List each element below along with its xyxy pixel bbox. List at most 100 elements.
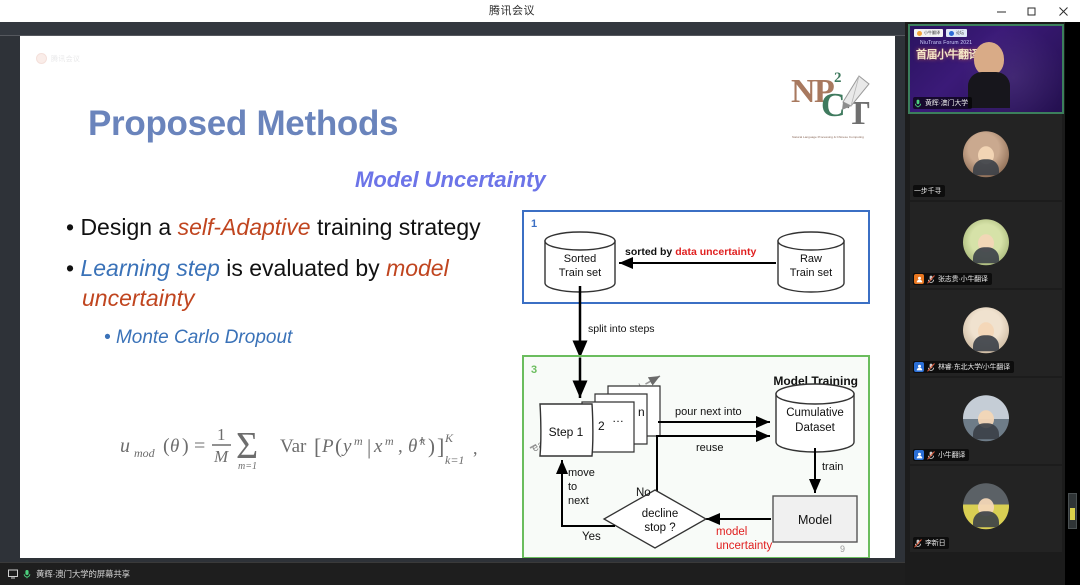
svg-text:2: 2 — [598, 419, 605, 433]
bullet-2-emph-blue: Learning step — [80, 254, 220, 281]
microphone-muted-icon — [927, 450, 935, 460]
svg-text:|: | — [367, 435, 371, 459]
microphone-muted-icon — [927, 274, 935, 284]
sponsor-badge-1: 小牛翻译 — [914, 29, 943, 37]
speaker-face — [974, 42, 1004, 76]
svg-text:Step 1: Step 1 — [549, 425, 584, 439]
participant-namebar: 黄辉·澳门大学 — [913, 97, 972, 109]
status-bar-text: 黄辉·澳门大学的屏幕共享 — [36, 569, 130, 579]
svg-text:k=1: k=1 — [445, 453, 464, 467]
minimize-icon — [996, 11, 1006, 12]
logo-caption-line1: Natural Language Processing & Chinese Co… — [792, 135, 864, 140]
svg-text:Cumulative: Cumulative — [786, 407, 844, 419]
split-into-steps-label: split into steps — [588, 323, 655, 335]
title-bar-left-pad — [0, 0, 38, 22]
participant-namebar: 林睿·东北大学/小牛翻译 — [913, 361, 1014, 373]
svg-text:m=1: m=1 — [238, 461, 257, 470]
participant-tile-6[interactable]: 李新日 — [910, 466, 1062, 552]
model-uncertainty-label-1: model — [716, 526, 747, 538]
sorted-by-label: sorted by data uncertainty — [625, 246, 756, 258]
microphone-icon — [22, 569, 32, 579]
sponsor-dot-icon-2 — [949, 30, 954, 36]
svg-text:): ) — [182, 435, 189, 457]
avatar — [963, 483, 1009, 530]
method-diagram-svg: 1 Sorted Train set Raw Train set sorted … — [522, 210, 870, 558]
svg-text:Train set: Train set — [790, 267, 832, 279]
svg-text:,: , — [398, 436, 403, 457]
conference-logo: N P 2 C T Natural Language Processing & … — [785, 58, 881, 142]
watermark-dot-icon — [36, 53, 47, 64]
npct-logo-icon: N P 2 C T — [791, 70, 870, 132]
avatar-body — [973, 335, 999, 352]
svg-text:k: k — [420, 434, 426, 448]
formula-icon: u mod ( θ ) = 1 M Σ m=1 Var [ P (y m | … — [120, 425, 478, 472]
svg-text:stop ?: stop ? — [644, 522, 675, 534]
participant-tile-5[interactable]: 小牛翻译 — [910, 378, 1062, 464]
participant-namebar: 李新日 — [913, 537, 950, 549]
svg-text:Train set: Train set — [559, 267, 601, 279]
svg-text:…: … — [612, 411, 624, 425]
slide-page-number: 9 — [840, 544, 845, 554]
svg-text:(: ( — [335, 434, 342, 458]
slide-bullet-list: • Design a self-Adaptive training strate… — [66, 212, 506, 350]
model-box: Model — [772, 495, 858, 543]
participant-namebar: 张志贵·小牛翻译 — [913, 273, 992, 285]
svg-text:N: N — [791, 73, 816, 110]
minimize-button[interactable] — [986, 0, 1016, 22]
svg-text:2: 2 — [834, 70, 842, 86]
raw-train-set-cylinder: Raw Train set — [777, 231, 845, 293]
move-label-2: to — [568, 481, 577, 493]
svg-text:[: [ — [314, 434, 321, 459]
cohost-badge-icon — [914, 362, 924, 372]
sponsor-dot-icon — [917, 30, 922, 36]
svg-text:mod: mod — [134, 446, 156, 460]
move-label-3: next — [568, 495, 589, 507]
participant-video-panel: 小牛翻译 论坛 NiuTrans Forum 2021 首届小牛翻译论坛 黄辉·… — [905, 22, 1065, 585]
avatar — [963, 307, 1009, 354]
svg-text:Model: Model — [798, 513, 832, 527]
screen-share-icon — [8, 569, 18, 579]
svg-text:K: K — [444, 431, 454, 445]
svg-text:): ) — [428, 434, 435, 458]
shared-screen-top-strip — [0, 22, 905, 36]
host-badge-icon — [914, 274, 924, 284]
participant-name: 林睿·东北大学/小牛翻译 — [938, 364, 1010, 371]
participant-scrollbar[interactable] — [1065, 22, 1080, 585]
participant-tile-4[interactable]: 林睿·东北大学/小牛翻译 — [910, 290, 1062, 376]
avatar-body — [973, 511, 999, 528]
microphone-muted-icon — [914, 538, 922, 548]
bullet-1-emph: self-Adaptive — [177, 214, 311, 240]
svg-text:u: u — [120, 435, 130, 457]
cumulative-dataset-cylinder: Cumulative Dataset — [775, 383, 855, 453]
method-diagram: 1 Sorted Train set Raw Train set sorted … — [520, 208, 886, 558]
participant-name: 李新日 — [925, 540, 946, 547]
slide-title: Proposed Methods — [88, 104, 399, 143]
shared-screen-region: 腾讯会议 N P 2 C T Natural Language Processi… — [0, 22, 905, 585]
speaker-person — [968, 42, 1010, 108]
participant-tile-2[interactable]: 一步千寻 — [910, 114, 1062, 200]
svg-text:Var: Var — [280, 436, 307, 457]
svg-text:x: x — [373, 436, 383, 457]
train-label: train — [822, 461, 843, 473]
bullet-3-text: Monte Carlo Dropout — [115, 326, 293, 348]
sponsor-badge-2: 论坛 — [946, 29, 967, 37]
bullet-item-2: • Learning step is evaluated by model un… — [66, 254, 449, 312]
participant-scrollbar-thumb[interactable] — [1068, 493, 1077, 529]
sorted-train-set-cylinder: Sorted Train set — [544, 231, 616, 293]
diagram-badge-1: 1 — [531, 218, 537, 230]
speaker-overlay-logos: 小牛翻译 论坛 — [914, 29, 967, 37]
move-label-1: move — [568, 467, 595, 479]
maximize-button[interactable] — [1016, 0, 1046, 22]
svg-text:θ: θ — [170, 436, 179, 457]
svg-text:,: , — [473, 438, 478, 458]
svg-text:n: n — [638, 405, 645, 419]
watermark-label: 腾讯会议 — [51, 55, 81, 63]
svg-text:1: 1 — [217, 425, 226, 444]
participant-tile-3[interactable]: 张志贵·小牛翻译 — [910, 202, 1062, 288]
participant-tile-speaker[interactable]: 小牛翻译 论坛 NiuTrans Forum 2021 首届小牛翻译论坛 黄辉·… — [908, 24, 1064, 114]
microphone-muted-icon — [927, 362, 935, 372]
svg-text:Sorted: Sorted — [564, 253, 596, 265]
diagram-badge-3: 3 — [531, 364, 537, 376]
close-button[interactable] — [1046, 0, 1080, 22]
slide-subtitle: Model Uncertainty — [355, 167, 546, 192]
